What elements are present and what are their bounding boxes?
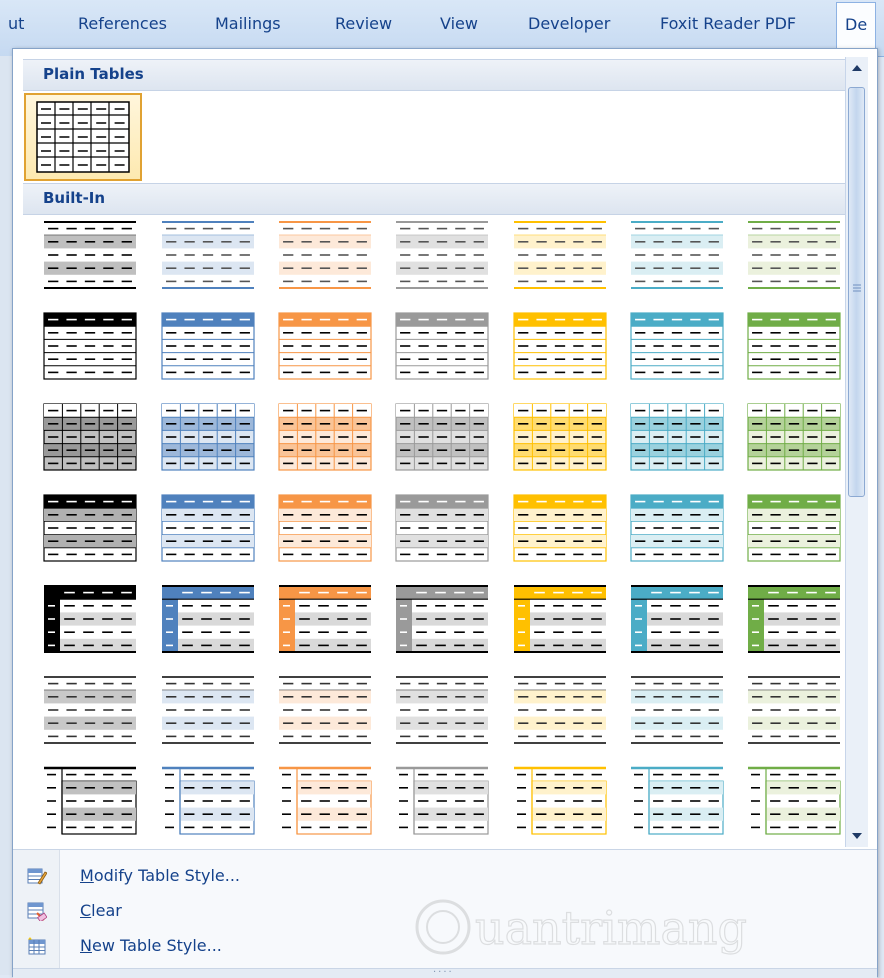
ribbon-tab-ut[interactable]: ut [8,14,24,33]
new-table-style-icon [28,937,46,955]
table-style-thumbnail[interactable] [155,216,261,296]
table-style-thumbnail[interactable] [624,216,730,296]
modify-table-style-icon [27,868,47,885]
table-style-thumbnail[interactable] [741,398,847,478]
table-style-thumbnail[interactable] [389,762,495,842]
table-style-thumbnail[interactable] [624,398,730,478]
scroll-up-arrow-icon[interactable] [846,57,868,79]
modify-table-style-menu-item[interactable]: Modify Table Style... [13,860,873,892]
new-table-style-menu-item[interactable]: New Table Style... [13,930,873,962]
clear-table-icon [27,902,47,921]
resize-grip[interactable]: ···· [13,968,877,978]
table-style-thumbnail[interactable] [37,216,143,296]
built-in-header: Built-In [23,183,849,215]
table-style-thumbnail[interactable] [507,489,613,569]
clear-menu-item[interactable]: Clear [13,895,873,927]
table-style-thumbnail[interactable] [272,671,378,751]
ribbon-tab-review[interactable]: Review [335,14,392,33]
table-style-thumbnail[interactable] [507,762,613,842]
table-style-thumbnail[interactable] [507,671,613,751]
ribbon-tab-view[interactable]: View [440,14,478,33]
built-in-label: Built-In [43,189,106,207]
table-style-thumbnail[interactable] [272,307,378,387]
table-style-thumbnail[interactable] [272,216,378,296]
table-style-thumbnail[interactable] [741,762,847,842]
ribbon-tab-developer[interactable]: Developer [528,14,610,33]
plain-tables-label: Plain Tables [43,65,144,83]
ribbon-tab-mailings[interactable]: Mailings [215,14,281,33]
ribbon-tab-foxit-reader-pdf[interactable]: Foxit Reader PDF [660,14,796,33]
table-style-thumbnail[interactable] [507,580,613,660]
table-style-thumbnail[interactable] [741,216,847,296]
table-style-thumbnail[interactable] [37,671,143,751]
table-style-thumbnail[interactable] [741,580,847,660]
scroll-thumb[interactable] [848,87,865,497]
resize-grip-dots: ···· [433,967,454,978]
ribbon-tab-de[interactable]: De [836,2,877,52]
table-style-thumbnail[interactable] [155,307,261,387]
table-style-thumbnail[interactable] [624,762,730,842]
table-style-thumbnail[interactable] [155,762,261,842]
plain-tables-header: Plain Tables [23,59,849,91]
table-style-thumbnail[interactable] [272,580,378,660]
table-style-thumbnail[interactable] [624,489,730,569]
table-style-thumbnail[interactable] [389,489,495,569]
table-style-thumbnail[interactable] [37,489,143,569]
ribbon-tab-references[interactable]: References [78,14,167,33]
table-style-thumbnail[interactable] [507,216,613,296]
table-style-thumbnail[interactable] [272,762,378,842]
table-style-thumbnail[interactable] [155,671,261,751]
table-style-thumbnail[interactable] [272,489,378,569]
plain-table-grid-thumbnail[interactable] [24,93,142,181]
table-style-thumbnail[interactable] [741,489,847,569]
table-style-thumbnail[interactable] [624,671,730,751]
table-styles-gallery: Plain Tables Built-In uantrimang Modify … [12,48,878,978]
table-style-thumbnail[interactable] [507,398,613,478]
table-style-thumbnail[interactable] [389,307,495,387]
table-style-thumbnail[interactable] [389,398,495,478]
table-style-thumbnail[interactable] [272,398,378,478]
gallery-scrollbar[interactable] [845,57,868,847]
table-style-thumbnail[interactable] [389,671,495,751]
table-style-thumbnail[interactable] [155,489,261,569]
table-style-thumbnail[interactable] [37,398,143,478]
table-style-thumbnail[interactable] [37,762,143,842]
table-style-thumbnail[interactable] [37,580,143,660]
table-style-thumbnail[interactable] [741,671,847,751]
table-style-thumbnail[interactable] [155,580,261,660]
table-style-thumbnail[interactable] [624,580,730,660]
table-style-thumbnail[interactable] [624,307,730,387]
table-style-thumbnail[interactable] [389,216,495,296]
table-style-thumbnail[interactable] [155,398,261,478]
table-style-thumbnail[interactable] [507,307,613,387]
modify-table-style-label: Modify Table Style... [80,866,241,885]
scroll-down-arrow-icon[interactable] [846,825,868,847]
table-style-thumbnail[interactable] [37,307,143,387]
new-table-style-label: New Table Style... [80,936,222,955]
clear-label: Clear [80,901,122,920]
table-style-thumbnail[interactable] [389,580,495,660]
table-style-menu: uantrimang Modify Table Style... Clear N… [13,849,877,978]
table-style-thumbnail[interactable] [741,307,847,387]
